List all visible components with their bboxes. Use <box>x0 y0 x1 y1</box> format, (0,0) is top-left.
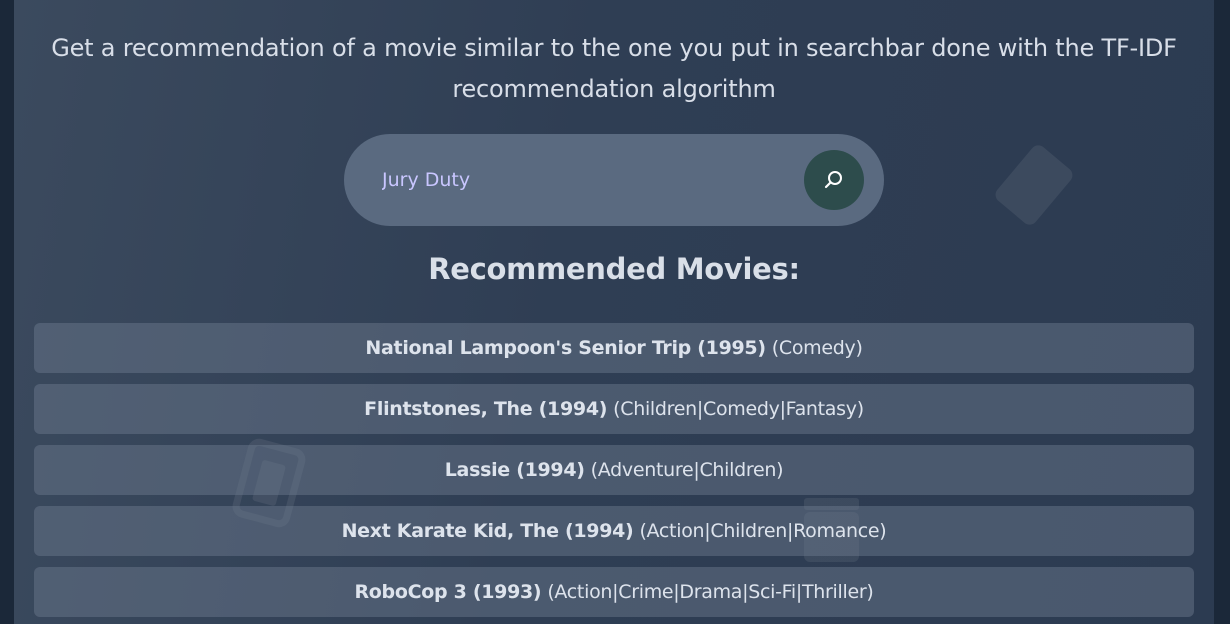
movie-list: National Lampoon's Senior Trip (1995) (C… <box>34 323 1194 624</box>
results-heading: Recommended Movies: <box>428 252 800 286</box>
search-icon <box>824 171 842 189</box>
movie-genres: (Action|Crime|Drama|Sci-Fi|Thriller) <box>547 581 874 603</box>
movie-genres: (Action|Children|Romance) <box>639 520 887 542</box>
list-item[interactable]: RoboCop 3 (1993) (Action|Crime|Drama|Sci… <box>34 567 1194 617</box>
search-bar <box>344 134 884 226</box>
list-item[interactable]: National Lampoon's Senior Trip (1995) (C… <box>34 323 1194 373</box>
list-item[interactable]: Next Karate Kid, The (1994) (Action|Chil… <box>34 506 1194 556</box>
main-panel: Get a recommendation of a movie similar … <box>14 0 1214 624</box>
movie-title: Lassie (1994) <box>444 459 585 481</box>
movie-title: Next Karate Kid, The (1994) <box>341 520 634 542</box>
ticket-icon <box>995 145 1073 225</box>
list-item[interactable]: Flintstones, The (1994) (Children|Comedy… <box>34 384 1194 434</box>
search-button[interactable] <box>804 150 864 210</box>
movie-title: Flintstones, The (1994) <box>364 398 608 420</box>
page-subtitle: Get a recommendation of a movie similar … <box>51 34 1177 103</box>
list-item[interactable]: Lassie (1994) (Adventure|Children) <box>34 445 1194 495</box>
movie-genres: (Adventure|Children) <box>590 459 784 481</box>
movie-title: National Lampoon's Senior Trip (1995) <box>365 337 766 359</box>
search-input[interactable] <box>382 165 782 195</box>
movie-title: RoboCop 3 (1993) <box>354 581 542 603</box>
movie-genres: (Comedy) <box>771 337 863 359</box>
movie-genres: (Children|Comedy|Fantasy) <box>613 398 864 420</box>
